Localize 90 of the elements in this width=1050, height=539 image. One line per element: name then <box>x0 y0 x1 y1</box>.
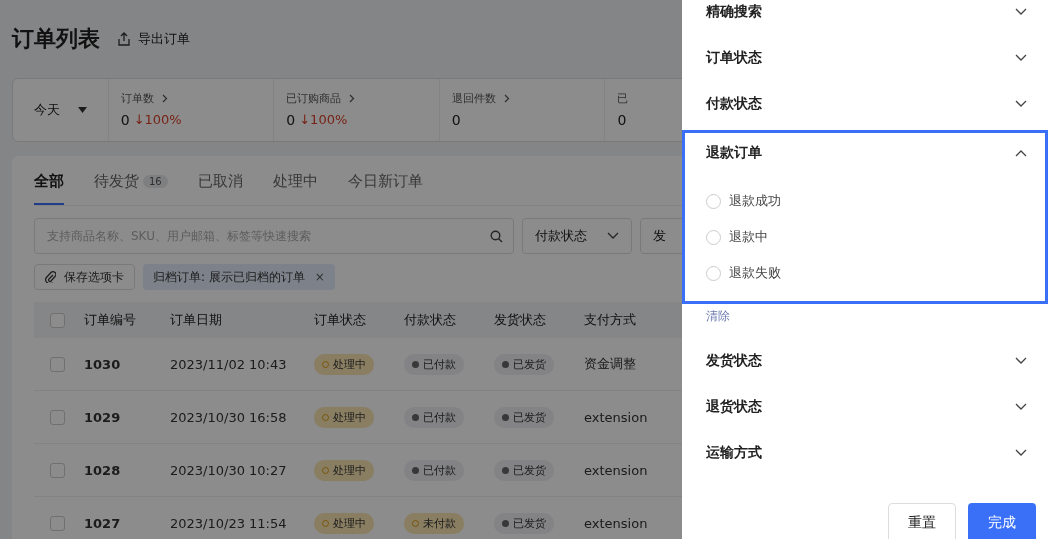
close-button[interactable]: × <box>314 270 325 284</box>
status-badge: 已发货 <box>494 459 554 481</box>
radio-button[interactable] <box>706 265 721 281</box>
column-header: 支付方式 <box>584 311 636 329</box>
checkbox[interactable] <box>50 515 65 531</box>
stat-label[interactable]: 已 <box>617 91 629 106</box>
status-badge: 已付款 <box>404 406 464 428</box>
search-icon <box>489 229 503 243</box>
chevron-down-icon <box>1015 54 1027 62</box>
table-cell: 资金调整 <box>584 355 636 373</box>
export-button[interactable]: 导出订单 <box>116 30 190 48</box>
stat-label[interactable]: 退回件数 <box>451 91 496 106</box>
chevron-right-icon <box>503 94 510 103</box>
table-cell: extension <box>584 462 648 478</box>
filter-dropdown[interactable]: 发 <box>639 218 682 254</box>
column-header: 订单编号 <box>84 311 136 329</box>
chevron-down-icon <box>1015 100 1027 108</box>
status-badge: 已发货 <box>494 353 554 375</box>
stat-label[interactable]: 已订购商品 <box>286 91 342 106</box>
page-title: 订单列表 <box>12 25 100 53</box>
tab[interactable]: 处理中 <box>272 172 318 205</box>
section-header[interactable]: 付款状态 <box>685 84 1045 130</box>
stat-change: ↓100% <box>299 112 348 128</box>
tab[interactable]: 已取消 <box>197 172 243 205</box>
section-header[interactable]: 订单状态 <box>685 38 1045 84</box>
column-header: 付款状态 <box>404 311 456 329</box>
checkbox[interactable] <box>50 462 65 478</box>
radio-button[interactable] <box>706 229 721 245</box>
status-badge: 处理中 <box>314 512 374 534</box>
table-cell: 1027 <box>84 515 121 531</box>
paperclip-icon <box>45 271 56 283</box>
clear-link[interactable]: 清除 <box>682 304 754 341</box>
radio-button[interactable] <box>706 193 721 209</box>
chevron-down-icon <box>1015 8 1027 16</box>
tab[interactable]: 全部 <box>34 172 64 205</box>
save-tab-button[interactable]: 保存选项卡 <box>34 264 135 290</box>
section-header[interactable]: 发货状态 <box>685 341 1045 387</box>
status-badge: 处理中 <box>314 353 374 375</box>
section-header[interactable]: 退款订单 <box>685 133 1045 179</box>
chevron-down-icon <box>1015 357 1027 365</box>
table-cell: extension <box>584 515 648 531</box>
checkbox[interactable] <box>50 356 65 372</box>
stat-label[interactable]: 订单数 <box>120 91 154 106</box>
status-badge: 已付款 <box>404 459 464 481</box>
tab[interactable]: 待发货 16 <box>94 172 168 205</box>
table-cell: 2023/11/02 10:43 <box>170 356 287 372</box>
section-header[interactable]: 运输方式 <box>685 433 1045 479</box>
chevron-down-icon <box>1015 403 1027 411</box>
radio-option[interactable]: 退款中 <box>706 219 1024 255</box>
count-badge: 16 <box>143 175 168 188</box>
stat-value: 0 <box>120 112 130 128</box>
period-dropdown[interactable]: 今天 <box>13 79 109 141</box>
filter-dropdown[interactable]: 付款状态 <box>521 218 632 254</box>
status-badge: 已付款 <box>404 353 464 375</box>
done-button[interactable]: 完成 <box>968 503 1036 539</box>
radio-option[interactable]: 退款成功 <box>706 183 1024 219</box>
table-cell: 2023/10/30 10:27 <box>170 462 287 478</box>
chevron-down-icon <box>606 232 619 240</box>
status-badge: 处理中 <box>314 459 374 481</box>
section-header[interactable]: 退货状态 <box>685 387 1045 433</box>
section-header[interactable]: 精确搜索 <box>685 0 1045 38</box>
chevron-right-icon <box>349 94 356 103</box>
export-icon <box>116 31 132 47</box>
chip-label: 归档订单: 展示已归档的订单 <box>153 268 305 286</box>
caret-icon <box>77 107 87 113</box>
status-badge: 处理中 <box>314 406 374 428</box>
reset-button[interactable]: 重置 <box>888 503 956 539</box>
checkbox[interactable] <box>50 409 65 425</box>
stat-change: ↓100% <box>133 112 182 128</box>
stat-value: 0 <box>617 112 627 128</box>
column-header: 发货状态 <box>494 311 546 329</box>
chevron-down-icon <box>1015 449 1027 457</box>
table-cell: extension <box>584 409 648 425</box>
stat-value: 0 <box>286 112 296 128</box>
column-header: 订单日期 <box>170 311 222 329</box>
stat-value: 0 <box>451 112 461 128</box>
table-cell: 1028 <box>84 462 121 478</box>
chevron-right-icon <box>161 94 168 103</box>
chevron-up-icon <box>1015 149 1027 157</box>
status-badge: 已发货 <box>494 512 554 534</box>
status-badge: 未付款 <box>404 512 464 534</box>
checkbox[interactable] <box>50 312 65 328</box>
radio-option[interactable]: 退款失败 <box>706 255 1024 291</box>
tab[interactable]: 今日新订单 <box>347 172 423 205</box>
table-cell: 1029 <box>84 409 121 425</box>
column-header: 订单状态 <box>314 311 366 329</box>
status-badge: 已发货 <box>494 406 554 428</box>
table-cell: 2023/10/23 11:54 <box>170 515 287 531</box>
table-cell: 2023/10/30 16:58 <box>170 409 287 425</box>
table-cell: 1030 <box>84 356 121 372</box>
